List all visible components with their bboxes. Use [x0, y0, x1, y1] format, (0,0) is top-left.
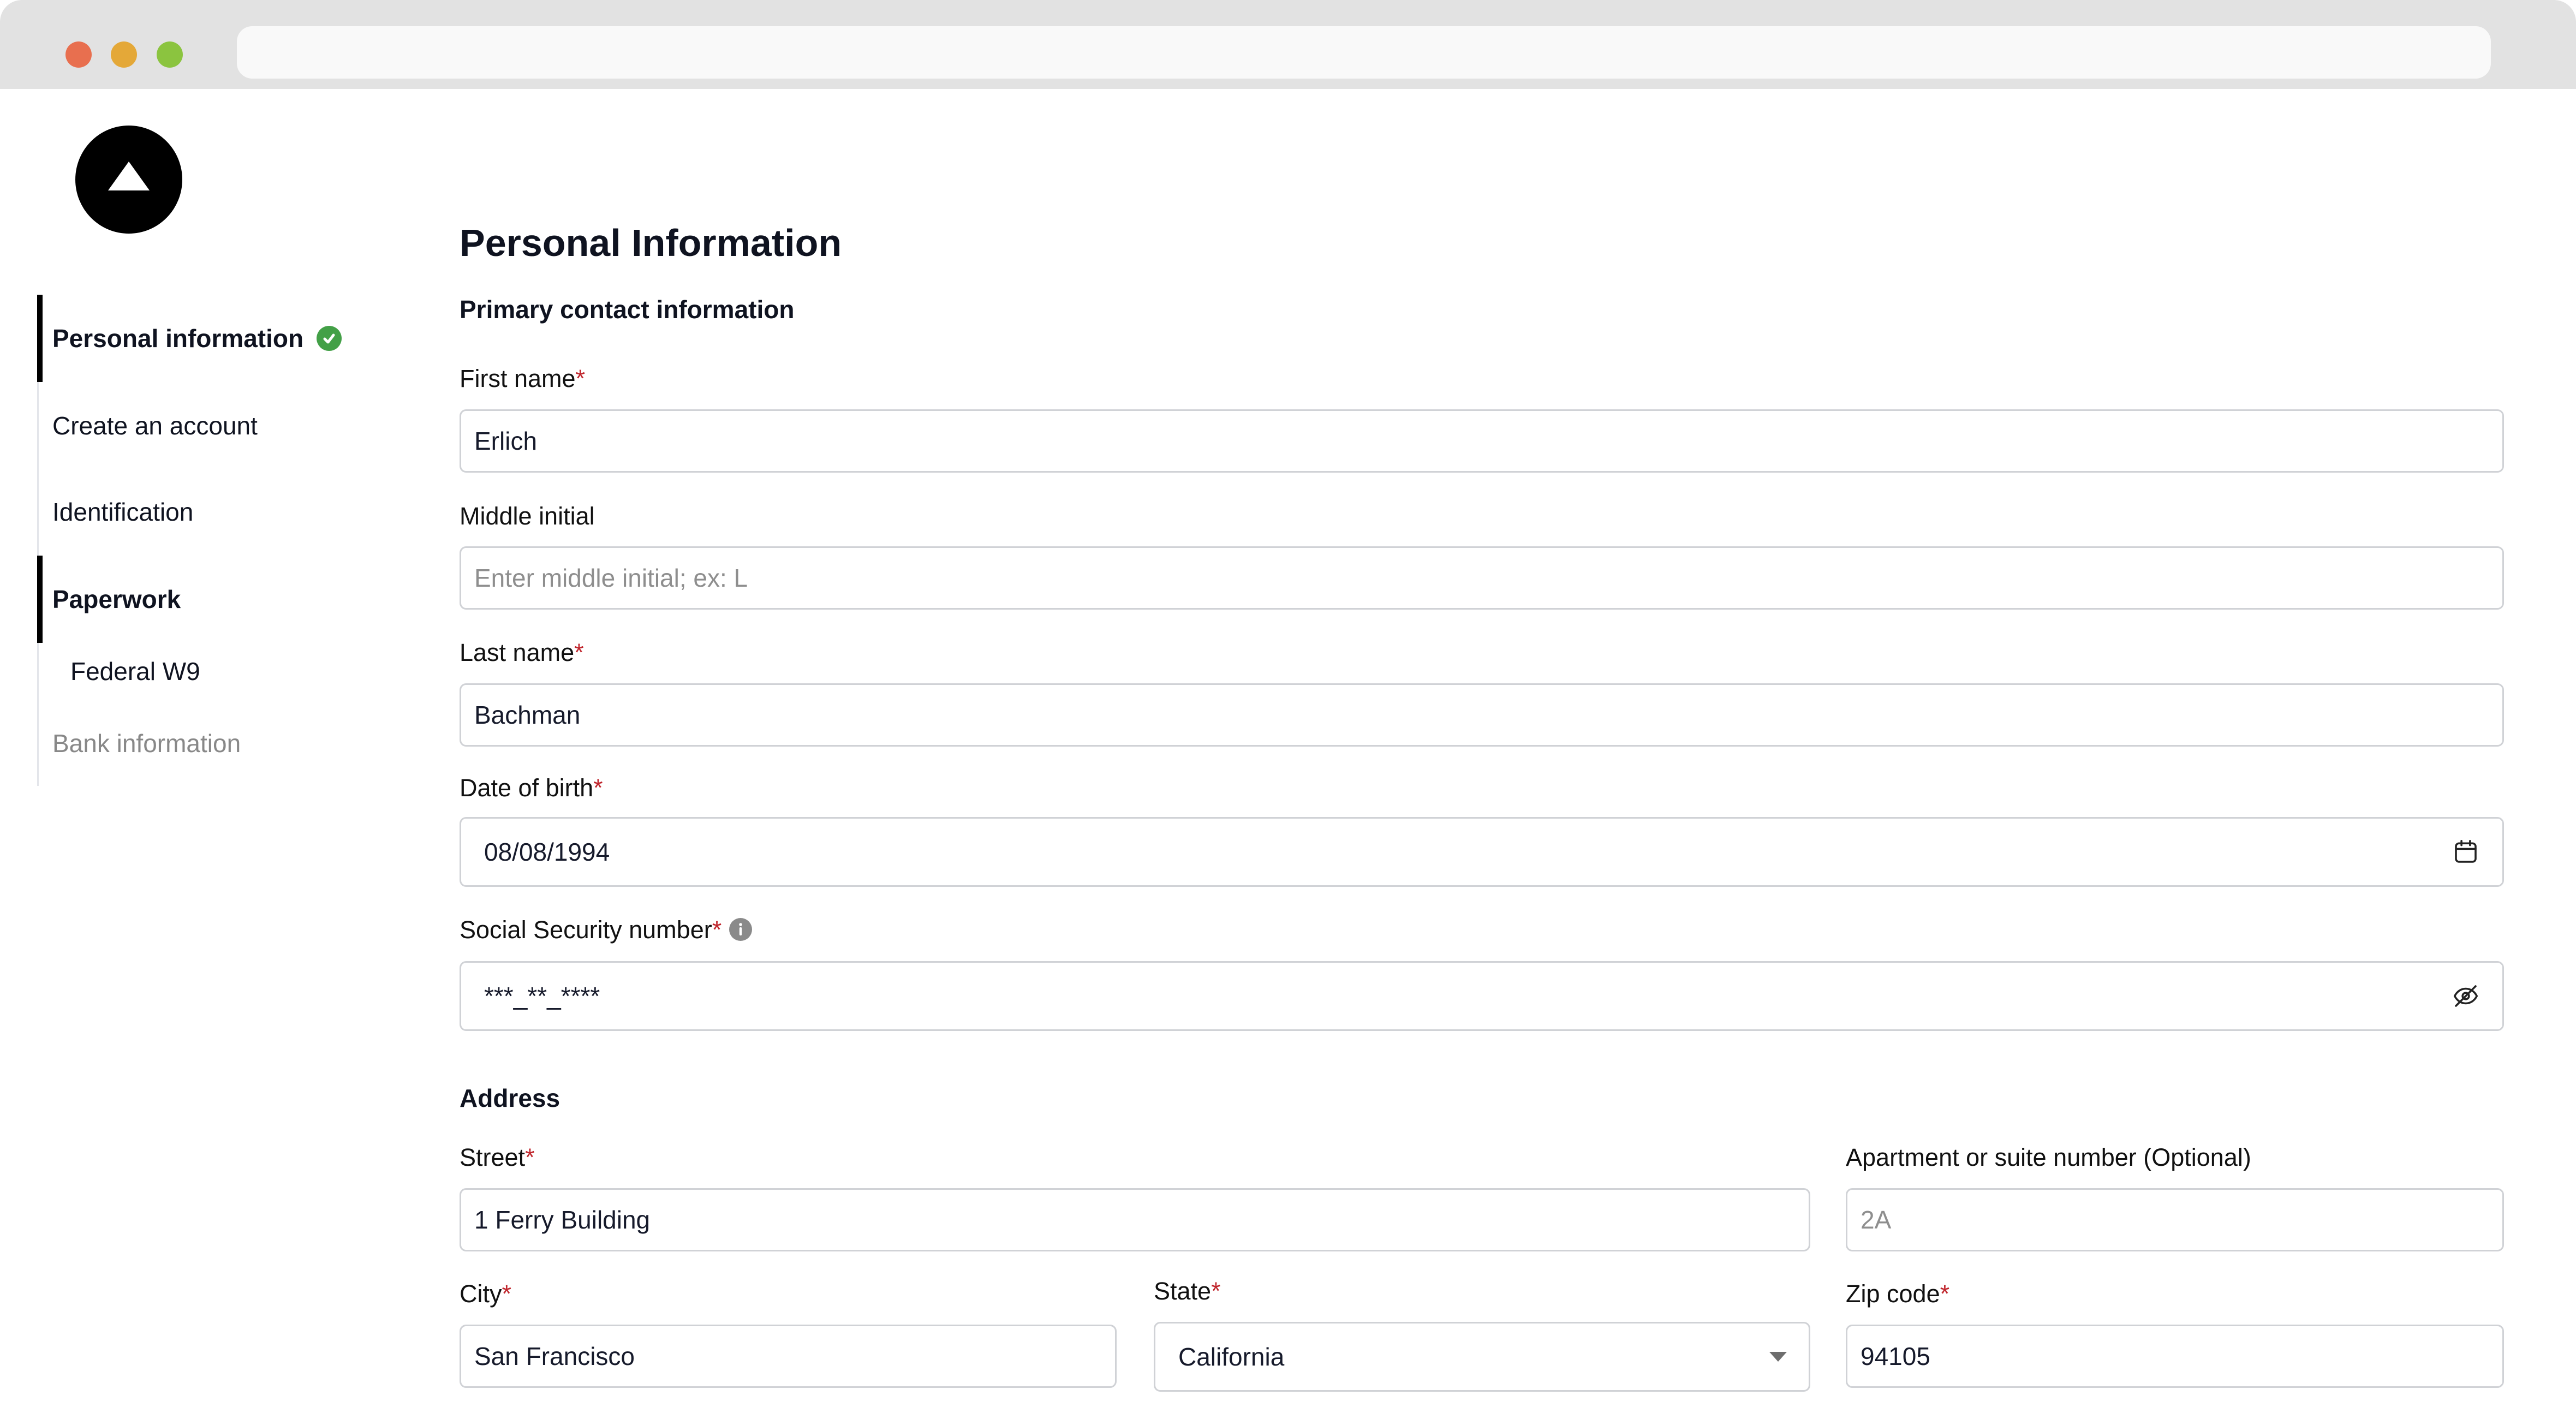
sidebar-nav: Personal information Create an account I…: [37, 295, 377, 786]
logo[interactable]: [75, 126, 182, 234]
sidebar-item-label: Bank information: [52, 729, 241, 758]
ssn-input[interactable]: ***_**_****: [460, 961, 2504, 1031]
state-label: State*: [1154, 1277, 1221, 1305]
browser-chrome: [0, 0, 2576, 89]
middle-initial-input[interactable]: Enter middle initial; ex: L: [460, 546, 2504, 610]
street-label: Street*: [460, 1143, 535, 1171]
apartment-input[interactable]: 2A: [1846, 1188, 2504, 1251]
address-heading: Address: [460, 1084, 560, 1112]
apartment-label: Apartment or suite number (Optional): [1846, 1143, 2251, 1171]
sidebar-item-label: Paperwork: [52, 585, 181, 613]
eye-off-icon[interactable]: [2451, 981, 2480, 1011]
dob-label: Date of birth*: [460, 774, 603, 802]
minimize-window-button[interactable]: [111, 41, 137, 68]
close-window-button[interactable]: [65, 41, 92, 68]
info-icon[interactable]: [729, 918, 753, 941]
street-input[interactable]: 1 Ferry Building: [460, 1188, 1810, 1251]
sidebar-item-personal-information[interactable]: Personal information: [37, 295, 375, 382]
sidebar-item-bank-information: Bank information: [39, 700, 377, 787]
sidebar-item-label: Create an account: [52, 412, 258, 440]
last-name-label: Last name*: [460, 639, 584, 666]
first-name-label: First name*: [460, 365, 586, 392]
page-title: Personal Information: [460, 222, 842, 264]
sidebar-item-label: Federal W9: [70, 657, 200, 685]
triangle-logo-icon: [108, 162, 150, 190]
zip-input[interactable]: 94105: [1846, 1325, 2504, 1388]
last-name-input[interactable]: Bachman: [460, 683, 2504, 747]
ssn-label: Social Security number*: [460, 916, 753, 944]
sidebar-item-label: Identification: [52, 498, 194, 526]
chevron-down-icon: [1769, 1352, 1787, 1362]
sidebar-item-create-account[interactable]: Create an account: [39, 382, 377, 469]
sidebar-item-label: Personal information: [52, 324, 304, 353]
middle-initial-label: Middle initial: [460, 502, 595, 530]
city-input[interactable]: San Francisco: [460, 1325, 1117, 1388]
city-label: City*: [460, 1280, 512, 1308]
primary-contact-heading: Primary contact information: [460, 295, 795, 324]
check-circle-icon: [317, 326, 342, 351]
address-bar[interactable]: [237, 26, 2491, 79]
first-name-input[interactable]: Erlich: [460, 409, 2504, 473]
sidebar-item-identification[interactable]: Identification: [39, 468, 377, 556]
zip-label: Zip code*: [1846, 1280, 1950, 1308]
maximize-window-button[interactable]: [157, 41, 183, 68]
dob-input[interactable]: 08/08/1994: [460, 817, 2504, 887]
calendar-icon[interactable]: [2451, 837, 2480, 867]
state-select[interactable]: California: [1154, 1322, 1810, 1392]
